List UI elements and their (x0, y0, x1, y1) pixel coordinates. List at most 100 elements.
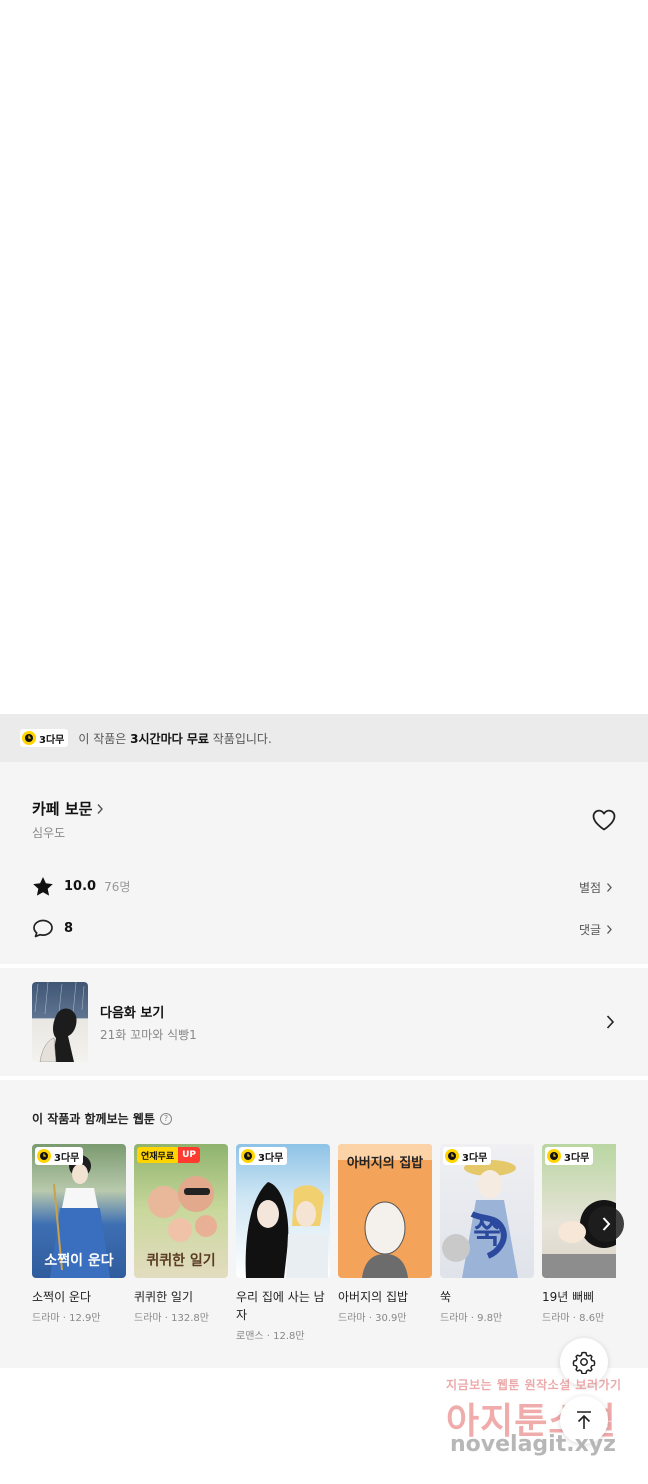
wait-free-badge: 3다무 (20, 729, 69, 747)
comment-row: 8 (32, 918, 73, 939)
notice-suffix: 작품입니다. (208, 731, 272, 746)
wait-free-badge-label: 3다무 (39, 734, 65, 746)
rec-cover: 3다무 쑥 (440, 1144, 534, 1278)
cover-title-art: 쑥 (473, 1216, 501, 1251)
serial-free-label: 연재무료 (137, 1147, 179, 1163)
rec-meta: 드라마 · 30.9만 (338, 1309, 432, 1324)
chevron-right-icon (607, 925, 612, 934)
rating-score: 10.0 (64, 879, 97, 894)
rec-meta: 드라마 · 132.8만 (134, 1309, 228, 1324)
rec-title: 퀴퀴한 일기 (134, 1290, 194, 1304)
work-title: 카페 보문 (32, 800, 93, 818)
next-episode-thumbnail (32, 982, 88, 1062)
wait-free-badge: 3다무 (239, 1147, 288, 1165)
rec-cover: 3다무 (236, 1144, 330, 1278)
free-notice-text: 이 작품은 3시간마다 무료 작품입니다. (78, 730, 271, 747)
rec-cover: 아버지의 집밥 (338, 1144, 432, 1278)
recommendations-section: 이 작품과 함께보는 웹툰 ? 3다무 소쩍이 운다 소쩍이 운다 드라마 · … (0, 1080, 648, 1368)
rec-genre: 드라마 (134, 1313, 162, 1324)
rec-views: 30.9만 (375, 1313, 407, 1324)
up-badge: UP (178, 1147, 201, 1163)
rec-views: 9.8만 (477, 1313, 503, 1324)
cover-title-art: 소쩍이 운다 (44, 1253, 114, 1269)
work-title-link[interactable]: 카페 보문 (32, 798, 104, 819)
recommendations-title: 이 작품과 함께보는 웹툰 (32, 1112, 155, 1126)
work-info-section: 카페 보문 심우도 10.0 76명 별점 8 댓글 (0, 762, 648, 964)
content-blank-area (0, 0, 648, 714)
carousel-next-button[interactable] (588, 1206, 624, 1242)
rec-card[interactable]: 아버지의 집밥 아버지의 집밥 드라마 · 30.9만 (338, 1144, 432, 1324)
rec-card[interactable]: 연재무료 UP 퀴퀴한 일기 퀴퀴한 일기 드라마 · 132.8만 (134, 1144, 228, 1324)
watermark-line1: 지금보는 웹툰 원작소설 보러가기 (446, 1378, 622, 1392)
serial-free-badge: 연재무료 UP (137, 1147, 201, 1163)
rec-separator: · (263, 1331, 274, 1342)
badge-label: 3다무 (564, 1152, 590, 1164)
clock-icon (547, 1149, 561, 1163)
heart-icon[interactable] (591, 808, 617, 832)
clock-icon (445, 1149, 459, 1163)
comment-icon (33, 919, 53, 938)
rec-separator: · (365, 1313, 376, 1324)
rec-card[interactable]: 3다무 우리 집에 사는 남자 로맨스 · 12.8만 (236, 1144, 330, 1342)
rec-meta: 드라마 · 12.9만 (32, 1309, 126, 1324)
comment-count: 8 (64, 921, 74, 936)
clock-icon (37, 1149, 51, 1163)
rec-genre: 로맨스 (236, 1331, 264, 1342)
comment-link[interactable]: 댓글 (579, 921, 613, 938)
recommendations-header: 이 작품과 함께보는 웹툰 ? (32, 1110, 172, 1127)
notice-highlight: 3시간마다 무료 (130, 731, 209, 746)
next-episode-label: 다음화 보기 (100, 1006, 165, 1021)
next-episode-title: 21화 꼬마와 식빵1 (100, 1028, 197, 1042)
rec-meta: 드라마 · 9.8만 (440, 1309, 534, 1324)
rec-title: 쑥 (440, 1290, 452, 1304)
chevron-right-icon (97, 803, 104, 814)
rating-link[interactable]: 별점 (579, 879, 613, 896)
gear-icon (572, 1351, 596, 1374)
rec-views: 8.6만 (579, 1313, 605, 1324)
cover-title-art: 아버지의 집밥 (346, 1156, 424, 1171)
badge-label: 3다무 (54, 1152, 80, 1164)
rec-separator: · (161, 1313, 172, 1324)
rec-separator: · (59, 1313, 70, 1324)
comment-link-label: 댓글 (579, 923, 602, 937)
rec-genre: 드라마 (542, 1313, 570, 1324)
cover-title-art: 퀴퀴한 일기 (146, 1253, 216, 1269)
recommendations-carousel: 3다무 소쩍이 운다 소쩍이 운다 드라마 · 12.9만 연재무료 UP 퀴퀴… (32, 1144, 616, 1354)
star-icon (33, 877, 53, 896)
rec-title: 소쩍이 운다 (32, 1290, 92, 1304)
watermark-line3: novelagit.xyz (450, 1432, 616, 1457)
rec-title: 19년 뻐삐 (542, 1290, 595, 1304)
rec-cover: 연재무료 UP 퀴퀴한 일기 (134, 1144, 228, 1278)
chevron-right-icon (602, 1217, 611, 1231)
rec-meta: 드라마 · 8.6만 (542, 1309, 616, 1324)
rating-link-label: 별점 (579, 881, 602, 895)
chevron-right-icon (607, 883, 612, 892)
badge-label: 3다무 (462, 1152, 488, 1164)
wait-free-badge: 3다무 (35, 1147, 84, 1165)
rec-genre: 드라마 (338, 1313, 366, 1324)
rec-card[interactable]: 3다무 소쩍이 운다 소쩍이 운다 드라마 · 12.9만 (32, 1144, 126, 1324)
rec-separator: · (569, 1313, 580, 1324)
rec-title: 우리 집에 사는 남자 (236, 1290, 325, 1322)
rec-genre: 드라마 (32, 1313, 60, 1324)
rec-meta: 로맨스 · 12.8만 (236, 1327, 330, 1342)
help-icon[interactable]: ? (159, 1112, 172, 1125)
next-episode-button[interactable]: 다음화 보기 21화 꼬마와 식빵1 (0, 968, 648, 1076)
work-author: 심우도 (32, 826, 66, 840)
arrow-up-icon (577, 1411, 591, 1429)
rec-views: 132.8만 (171, 1313, 209, 1324)
notice-prefix: 이 작품은 (78, 731, 131, 746)
rec-genre: 드라마 (440, 1313, 468, 1324)
badge-label: 3다무 (258, 1152, 284, 1164)
rating-count: 76명 (104, 880, 131, 894)
rating-row: 10.0 76명 (32, 876, 130, 897)
wait-free-badge: 3다무 (443, 1147, 492, 1165)
wait-free-badge: 3다무 (545, 1147, 594, 1165)
clock-icon (241, 1149, 255, 1163)
rec-separator: · (467, 1313, 478, 1324)
rec-title: 아버지의 집밥 (338, 1290, 409, 1304)
rec-views: 12.9만 (69, 1313, 101, 1324)
clock-icon (22, 731, 36, 745)
rec-cover: 3다무 소쩍이 운다 (32, 1144, 126, 1278)
rec-card[interactable]: 3다무 쑥 쑥 드라마 · 9.8만 (440, 1144, 534, 1324)
